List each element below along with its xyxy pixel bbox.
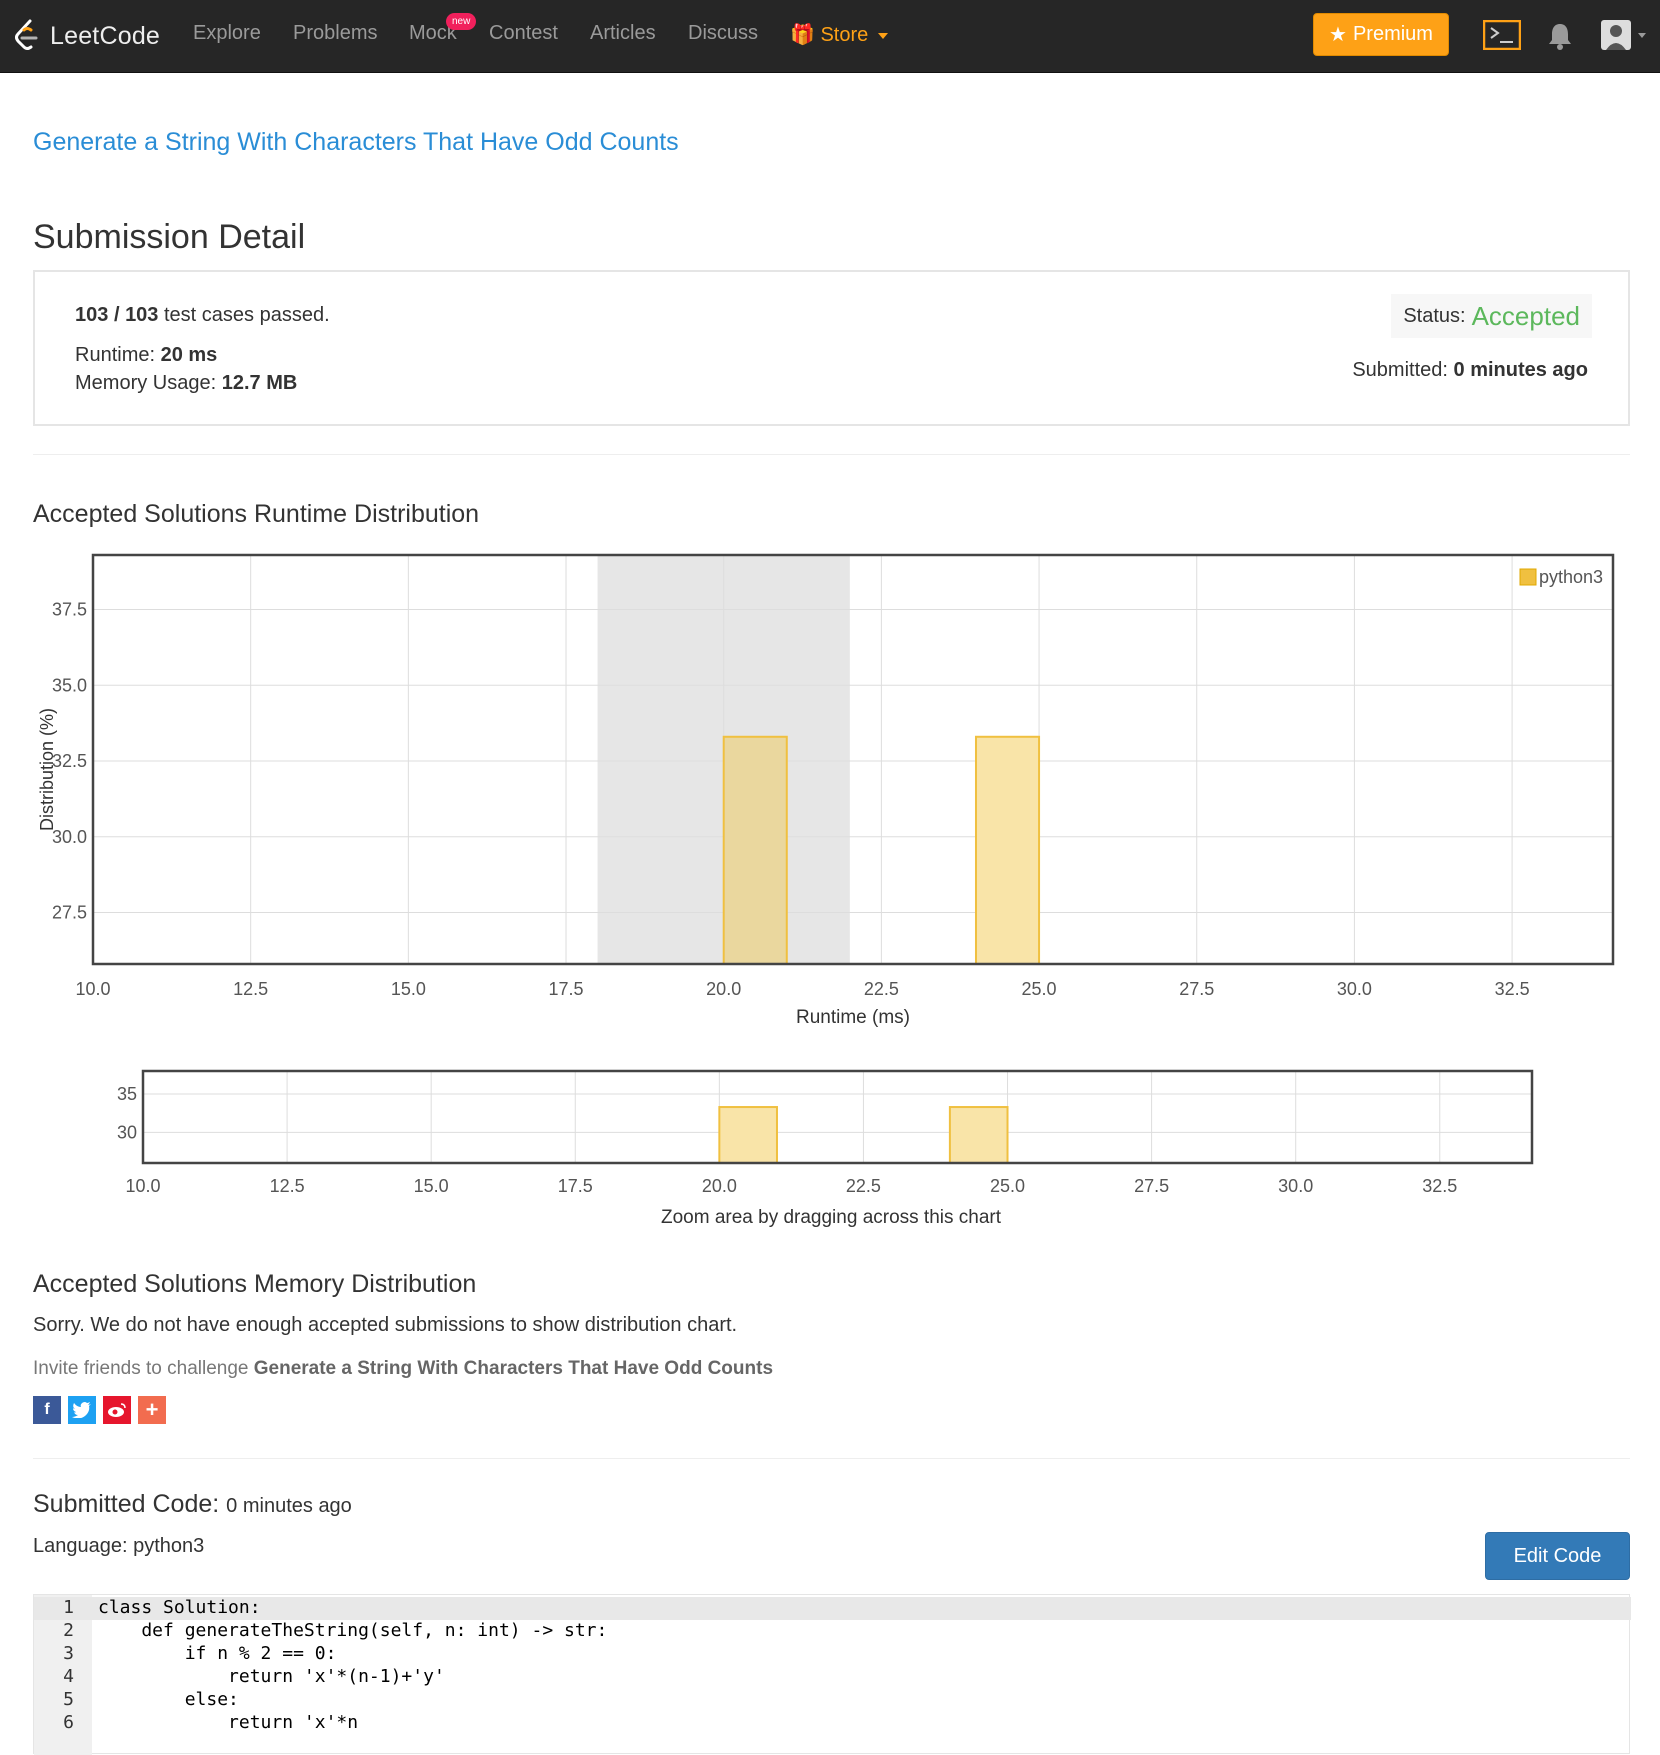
y-tick-label: 35.0 (52, 675, 87, 695)
zoom-navigator-chart[interactable]: 10.0 12.5 15.0 17.5 20.0 22.5 25.0 27.5 30.0 32.5… (0, 1060, 1660, 1240)
nav-explore[interactable]: Explore (193, 22, 261, 45)
divider (33, 1458, 1630, 1459)
x-axis-label: Runtime (ms) (796, 1007, 910, 1028)
plot-area (93, 555, 1613, 964)
code-line: 1 class Solution: (34, 1597, 1631, 1620)
premium-button[interactable]: ★ Premium (1313, 13, 1449, 56)
x-tick-label: 15.0 (414, 1176, 449, 1196)
plot-area (143, 1071, 1532, 1163)
x-tick-label: 32.5 (1495, 979, 1530, 999)
runtime-distribution-title: Accepted Solutions Runtime Distribution (33, 500, 480, 528)
avatar[interactable] (1600, 18, 1650, 57)
test-cases-summary: 103 / 103 test cases passed. (75, 304, 330, 326)
code-line: 6 return 'x'*n (63, 1712, 359, 1733)
top-navbar: LeetCode Explore Problems Mock new Conte… (0, 0, 1660, 73)
runtime-distribution-chart[interactable]: 10.0 12.5 15.0 17.5 20.0 22.5 25.0 27.5 30.0 32.5… (0, 540, 1660, 1030)
nav-problems[interactable]: Problems (293, 22, 377, 45)
x-tick-label: 22.5 (846, 1176, 881, 1196)
invite-text: Invite friends to challenge Generate a S… (33, 1358, 774, 1379)
memory-distribution-title: Accepted Solutions Memory Distribution (33, 1270, 477, 1298)
language-line: Language: python3 (33, 1535, 205, 1557)
gift-icon: 🎁 (790, 24, 815, 46)
store-label: Store (820, 24, 869, 46)
problem-link[interactable]: Generate a String With Characters That H… (33, 128, 679, 157)
x-tick-label: 27.5 (1179, 979, 1214, 999)
submitted-code-heading: Submitted Code: 0 minutes ago (33, 1490, 352, 1518)
memory-sorry-text: Sorry. We do not have enough accepted su… (33, 1314, 738, 1336)
nav-articles[interactable]: Articles (590, 22, 656, 45)
bar (974, 735, 1041, 965)
submitted-code-time: 0 minutes ago (226, 1495, 352, 1517)
mock-new-badge: new (446, 13, 477, 30)
bar (948, 1106, 1009, 1164)
nav-discuss[interactable]: Discuss (688, 22, 758, 45)
code-line: 5 else: (63, 1689, 239, 1710)
x-axis-label: Zoom area by dragging across this chart (661, 1207, 1002, 1228)
plus-icon[interactable]: + (138, 1396, 166, 1424)
playground-icon[interactable] (1482, 19, 1522, 55)
runtime-line: Runtime: 20 ms (75, 344, 218, 366)
memory-line: Memory Usage: 12.7 MB (75, 372, 298, 394)
y-tick-label: 30 (117, 1122, 137, 1142)
language-value: python3 (133, 1535, 205, 1557)
page-title: Submission Detail (33, 218, 306, 256)
x-tick-label: 12.5 (270, 1176, 305, 1196)
code-line: 3 if n % 2 == 0: (63, 1643, 337, 1664)
submitted-time: Submitted: 0 minutes ago (1352, 359, 1588, 381)
leetcode-logo[interactable]: LeetCode (12, 16, 160, 56)
y-axis-label: Distribution (%) (37, 708, 57, 831)
x-tick-label: 15.0 (391, 979, 426, 999)
y-tick-label: 30.0 (52, 827, 87, 847)
edit-code-button[interactable]: Edit Code (1485, 1532, 1630, 1580)
code-viewer[interactable]: 1 class Solution: 2 def generateTheString… (33, 1594, 1631, 1755)
leetcode-logo-icon (15, 19, 38, 50)
invite-problem-name: Generate a String With Characters That H… (253, 1358, 774, 1379)
x-tick-label: 30.0 (1278, 1176, 1313, 1196)
chevron-down-icon (877, 32, 888, 39)
facebook-icon[interactable]: f (33, 1396, 61, 1424)
y-tick-label: 32.5 (52, 751, 87, 771)
code-line: 4 return 'x'*(n-1)+'y' (63, 1666, 445, 1687)
status-value: Accepted (1471, 300, 1580, 331)
submission-result-panel: 103 / 103 test cases passed. Runtime: 20… (33, 270, 1630, 426)
code-line: 2 def generateTheString(self, n: int) ->… (63, 1620, 608, 1641)
legend-swatch (1519, 568, 1537, 586)
divider (33, 454, 1630, 455)
x-tick-label: 32.5 (1422, 1176, 1457, 1196)
y-tick-label: 37.5 (52, 600, 87, 620)
x-tick-label: 12.5 (233, 979, 268, 999)
x-tick-label: 10.0 (125, 1176, 160, 1196)
x-tick-label: 25.0 (990, 1176, 1025, 1196)
logo-text: LeetCode (50, 21, 161, 50)
x-tick-label: 20.0 (702, 1176, 737, 1196)
x-tick-label: 27.5 (1134, 1176, 1169, 1196)
premium-label: Premium (1352, 23, 1433, 45)
bell-icon[interactable] (1547, 22, 1573, 55)
legend-label: python3 (1539, 567, 1603, 587)
y-tick-label: 27.5 (52, 902, 87, 922)
x-tick-label: 30.0 (1337, 979, 1372, 999)
x-tick-label: 22.5 (864, 979, 899, 999)
bar (722, 735, 788, 965)
weibo-icon[interactable] (103, 1396, 131, 1424)
star-icon: ★ (1329, 24, 1347, 46)
y-tick-label: 35 (117, 1084, 137, 1104)
twitter-icon[interactable] (68, 1396, 96, 1424)
nav-store[interactable]: 🎁 Store (790, 22, 888, 47)
x-tick-label: 17.5 (549, 979, 584, 999)
status-badge: Status: Accepted (1391, 294, 1592, 338)
bar (718, 1106, 778, 1164)
x-tick-label: 20.0 (706, 979, 741, 999)
nav-contest[interactable]: Contest (489, 22, 558, 45)
x-tick-label: 10.0 (75, 979, 110, 999)
x-tick-label: 25.0 (1022, 979, 1057, 999)
x-tick-label: 17.5 (558, 1176, 593, 1196)
